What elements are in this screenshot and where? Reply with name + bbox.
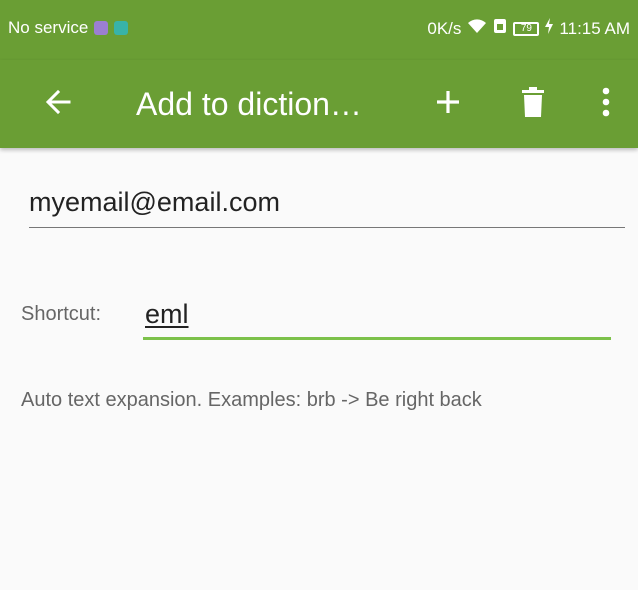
sim-icon — [493, 18, 507, 39]
back-button[interactable] — [36, 82, 80, 126]
android-notification-icon — [114, 21, 129, 35]
back-arrow-icon — [45, 89, 71, 120]
trash-icon — [522, 86, 544, 122]
app-bar: Add to diction… — [0, 60, 638, 148]
shortcut-input-value: eml — [145, 299, 189, 329]
battery-level: 79 — [520, 22, 532, 34]
hint-text: Auto text expansion. Examples: brb -> Be… — [21, 389, 482, 411]
plus-icon — [435, 89, 461, 120]
carrier-label: No service — [8, 18, 89, 37]
charging-icon — [545, 18, 554, 39]
add-to-dictionary-screen: No service 0K/s 79 11:15 AM Add to dicti… — [0, 0, 638, 590]
status-right: 0K/s 79 11:15 AM — [427, 18, 630, 39]
add-button[interactable] — [426, 82, 470, 126]
word-input-value: myemail@email.com — [29, 187, 280, 217]
word-input-field[interactable]: myemail@email.com — [29, 180, 625, 228]
message-notification-icon — [94, 21, 109, 35]
more-options-button[interactable] — [584, 82, 628, 126]
delete-button[interactable] — [511, 82, 555, 126]
wifi-icon — [467, 18, 487, 39]
page-title: Add to diction… — [136, 86, 362, 122]
shortcut-input-field[interactable]: eml — [143, 290, 611, 340]
status-left: No service — [8, 18, 129, 38]
shortcut-label: Shortcut: — [21, 303, 102, 325]
more-vert-icon — [602, 87, 610, 122]
status-bar: No service 0K/s 79 11:15 AM — [0, 0, 638, 60]
net-speed-label: 0K/s — [427, 18, 462, 38]
battery-icon: 79 — [513, 21, 540, 36]
clock-label: 11:15 AM — [559, 18, 630, 38]
